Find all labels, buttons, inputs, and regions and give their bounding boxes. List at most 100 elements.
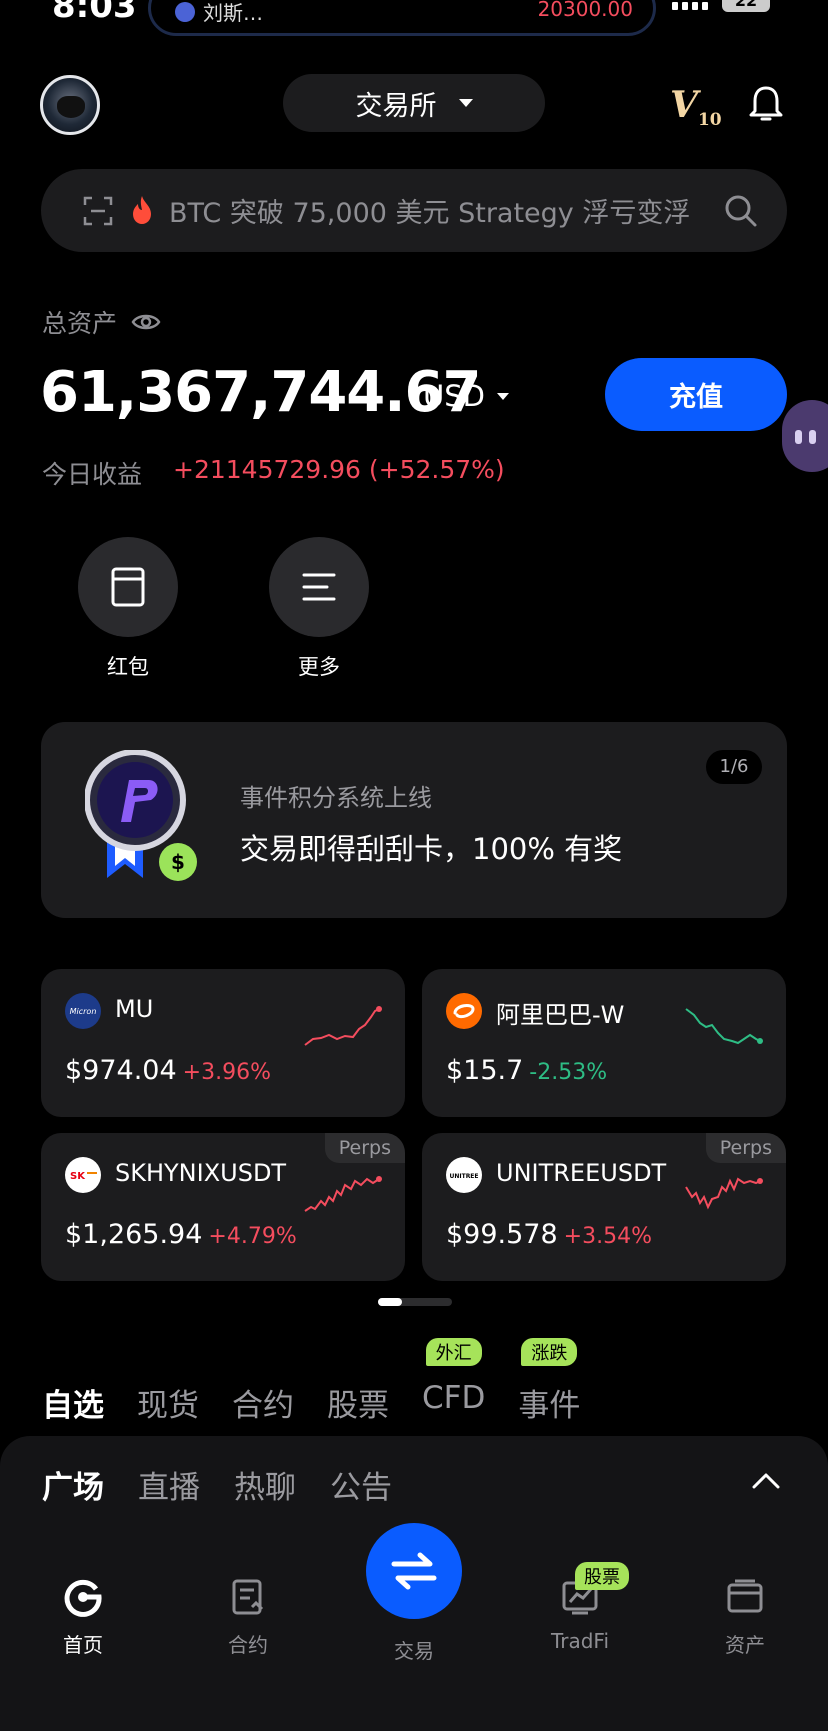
skhynix-logo-icon: SK — [65, 1157, 101, 1193]
sparkline-chart — [304, 1176, 382, 1212]
trade-button[interactable] — [366, 1523, 462, 1619]
quick-action-label: 红包 — [107, 655, 149, 679]
nav-assets[interactable]: 资产 — [685, 1577, 805, 1658]
sparkline-chart — [685, 1177, 763, 1210]
nav-label-trade: 交易 — [394, 1639, 434, 1663]
battery-icon: 22 — [722, 0, 770, 12]
pnl-label: 今日收益 — [42, 460, 143, 489]
search-icon[interactable] — [723, 193, 759, 229]
card-change: +4.79% — [208, 1224, 297, 1249]
total-assets-label: 总资产 — [42, 304, 161, 340]
card-change: +3.96% — [182, 1060, 271, 1085]
nav-label: TradFi — [550, 1629, 610, 1653]
card-price: $974.04 — [65, 1055, 177, 1086]
quick-action-red-packet[interactable]: 红包 — [78, 537, 178, 681]
search-bar[interactable]: BTC 突破 75,000 美元 Strategy 浮亏变浮 — [41, 169, 787, 252]
svg-text:$: $ — [171, 850, 185, 874]
nav-home[interactable]: 首页 — [23, 1577, 143, 1658]
tab-square[interactable]: 广场 — [42, 1462, 104, 1507]
sparkline-chart — [304, 1006, 382, 1046]
tab-watchlist[interactable]: 自选 — [42, 1380, 104, 1425]
island-left-text: 刘斯… — [203, 1, 263, 25]
search-input[interactable]: BTC 突破 75,000 美元 Strategy 浮亏变浮 — [169, 191, 729, 230]
market-card-unitree[interactable]: Perps UNITREE UNITREEUSDT $99.578 +3.54% — [422, 1133, 786, 1281]
nav-futures[interactable]: 合约 — [188, 1577, 308, 1658]
exchange-label: 交易所 — [355, 90, 437, 122]
card-change: +3.54% — [563, 1224, 652, 1249]
eye-icon[interactable] — [131, 311, 161, 333]
perps-badge: Perps — [324, 1133, 405, 1163]
quick-action-more[interactable]: 更多 — [269, 537, 369, 681]
signal-icon — [672, 2, 708, 10]
tab-stocks[interactable]: 股票 — [327, 1380, 389, 1425]
svg-text:SK: SK — [70, 1171, 86, 1182]
nav-label: 合约 — [228, 1633, 268, 1657]
fire-icon — [133, 196, 151, 224]
perps-badge: Perps — [705, 1133, 786, 1163]
caret-down-icon — [496, 392, 509, 400]
updown-tag: 涨跌 — [521, 1338, 578, 1366]
promo-banner[interactable]: $ 事件积分系统上线 交易即得刮刮卡，100% 有奖 1/6 — [41, 722, 787, 918]
swap-icon — [391, 1552, 437, 1590]
card-name: MU — [115, 995, 154, 1023]
nav-label: 首页 — [63, 1633, 103, 1657]
app-dot-icon — [175, 1, 195, 22]
currency-selector[interactable]: USD — [423, 379, 509, 413]
vip-level: 10 — [697, 110, 722, 131]
svg-text:Micron: Micron — [70, 1007, 97, 1016]
micron-logo-icon: Micron — [65, 993, 101, 1029]
forex-tag: 外汇 — [425, 1338, 482, 1366]
award-badge-icon: $ — [85, 750, 197, 881]
deposit-button[interactable]: 充值 — [605, 358, 787, 431]
dynamic-island[interactable]: 刘斯… 20300.00 — [148, 0, 656, 36]
chevron-up-icon[interactable] — [751, 1472, 781, 1490]
contract-icon — [232, 1579, 264, 1615]
banner-title: 交易即得刮刮卡，100% 有奖 — [240, 832, 623, 866]
total-assets-value: 61,367,744.67 — [40, 360, 481, 425]
tab-live[interactable]: 直播 — [138, 1462, 200, 1507]
home-icon — [64, 1579, 102, 1617]
community-tabs: 广场 直播 热聊 公告 — [42, 1462, 426, 1507]
wallet-icon — [727, 1579, 763, 1613]
tab-announcements[interactable]: 公告 — [330, 1462, 392, 1507]
tab-events[interactable]: 涨跌 事件 — [518, 1338, 580, 1425]
card-name: UNITREEUSDT — [496, 1159, 667, 1187]
alibaba-logo-icon — [446, 993, 482, 1029]
sparkline-chart — [685, 1008, 763, 1045]
tab-hot-chat[interactable]: 热聊 — [234, 1462, 296, 1507]
red-packet-icon — [111, 567, 145, 607]
pnl-value: +21145729.96 (+52.57%) — [173, 455, 505, 484]
floating-chat-icon[interactable] — [782, 400, 828, 472]
menu-icon — [302, 573, 336, 601]
tab-futures[interactable]: 合约 — [232, 1380, 294, 1425]
scan-icon[interactable] — [83, 196, 113, 226]
stocks-tag: 股票 — [575, 1562, 629, 1590]
avatar[interactable] — [40, 75, 100, 135]
card-price: $15.7 — [446, 1055, 524, 1086]
card-change: -2.53% — [529, 1060, 608, 1085]
market-card-mu[interactable]: Micron MU $974.04 +3.96% — [41, 969, 405, 1117]
market-tabs: 自选 现货 合约 股票 外汇 CFD 涨跌 事件 — [42, 1338, 613, 1425]
bell-icon[interactable] — [748, 84, 784, 124]
vip-badge[interactable]: V10 — [670, 84, 722, 130]
status-time: 8:03 — [52, 0, 137, 26]
card-name: 阿里巴巴-W — [496, 1001, 625, 1029]
island-right-text: 20300.00 — [537, 0, 633, 21]
banner-page-indicator: 1/6 — [706, 750, 762, 784]
unitree-logo-icon: UNITREE — [446, 1157, 482, 1193]
nav-label: 资产 — [725, 1633, 765, 1657]
banner-subtitle: 事件积分系统上线 — [240, 784, 432, 812]
card-price: $1,265.94 — [65, 1219, 203, 1250]
exchange-selector[interactable]: 交易所 — [283, 74, 545, 132]
tab-spot[interactable]: 现货 — [137, 1380, 199, 1425]
tab-cfd[interactable]: 外汇 CFD — [422, 1338, 485, 1425]
card-price: $99.578 — [446, 1219, 558, 1250]
caret-down-icon — [458, 99, 473, 107]
market-card-skhynix[interactable]: Perps SK SKHYNIXUSDT $1,265.94 +4.79% — [41, 1133, 405, 1281]
market-card-alibaba[interactable]: 阿里巴巴-W $15.7 -2.53% — [422, 969, 786, 1117]
quick-action-label: 更多 — [298, 655, 340, 679]
card-pager — [378, 1298, 452, 1306]
svg-text:UNITREE: UNITREE — [449, 1173, 478, 1180]
vip-letter: V — [670, 84, 698, 126]
status-bar: 8:03 刘斯… 20300.00 22 — [0, 0, 828, 36]
